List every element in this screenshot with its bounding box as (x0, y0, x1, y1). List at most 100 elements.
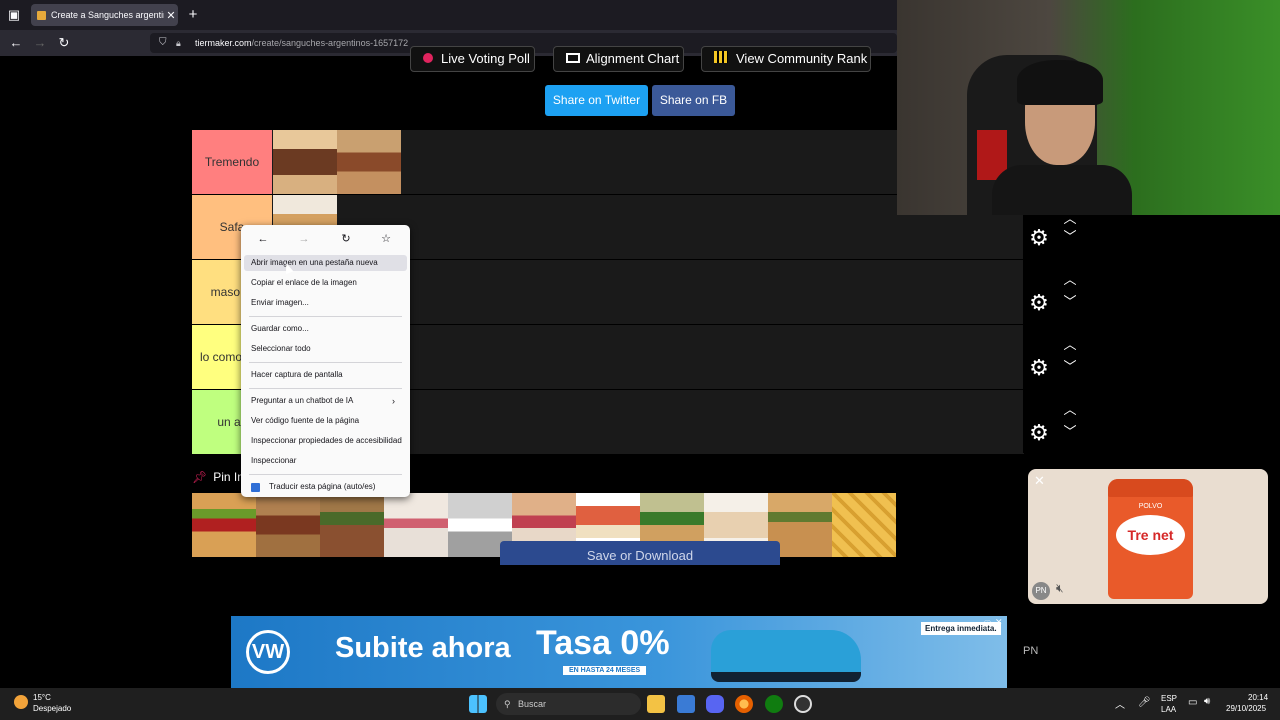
chevron-down-icon[interactable]: ﹀ (1061, 295, 1079, 309)
alignment-chart-button[interactable]: Alignment Chart (553, 46, 684, 72)
menu-item-save-as[interactable]: Guardar como... (244, 321, 407, 337)
menu-item-open-image-new-tab[interactable]: Abrir imagen en una pestaña nueva (244, 255, 407, 271)
browser-tab-bar: ▣ Create a Sanguches argentinos ✕ + (0, 0, 897, 30)
lock-icon[interactable]: 🔒︎ (176, 33, 181, 53)
browser-tab[interactable]: Create a Sanguches argentinos ✕ (31, 4, 178, 26)
mute-icon[interactable]: 🔇︎ (1056, 581, 1064, 596)
xbox-icon[interactable] (765, 695, 783, 713)
pin-images-label[interactable]: 📌︎ Pin Im (192, 470, 247, 484)
menu-separator (249, 474, 402, 475)
tiermaker-page: Live Voting Poll Alignment Chart View Co… (0, 46, 1024, 616)
grid-icon (566, 53, 580, 63)
menu-item-screenshot[interactable]: Hacer captura de pantalla (244, 367, 407, 383)
menu-item-send-image[interactable]: Enviar imagen... (244, 295, 407, 311)
chevron-up-icon[interactable]: ︿ (1061, 273, 1079, 287)
video-ad-popup[interactable]: ✕ POLVO Tre net PN 🔇︎ (1028, 469, 1268, 604)
share-twitter-button[interactable]: Share on Twitter (545, 85, 648, 116)
tier-label[interactable]: Tremendo (192, 130, 272, 194)
volume-icon[interactable]: 🔊︎ (1204, 696, 1210, 707)
submenu-chevron-icon: › (392, 396, 395, 406)
menu-item-view-source[interactable]: Ver código fuente de la página (244, 413, 407, 429)
community-rank-button[interactable]: View Community Rank (701, 46, 871, 72)
tray-item-image[interactable] (384, 493, 448, 557)
forward-arrow-icon[interactable]: → (30, 33, 50, 53)
url-path: /create/sanguches-argentinos-1657172 (251, 38, 409, 48)
menu-item-ask-ai-chatbot[interactable]: Preguntar a un chatbot de IA › (244, 393, 407, 409)
tier-controls: ⚙ ︿ ﹀ ⚙ ︿ ﹀ ⚙ ︿ ﹀ ⚙ ︿ ﹀ (1023, 212, 1087, 453)
tray-item-image[interactable] (832, 493, 896, 557)
bookmark-star-icon[interactable]: ☆ (376, 229, 396, 249)
taskbar-search[interactable]: ⚲ Buscar (496, 693, 641, 715)
menu-item-inspect[interactable]: Inspeccionar (244, 453, 407, 469)
tray-item-image[interactable] (256, 493, 320, 557)
weather-icon[interactable] (14, 695, 28, 709)
menu-item-copy-image-link[interactable]: Copiar el enlace de la imagen (244, 275, 407, 291)
search-icon: ⚲ (504, 699, 511, 709)
pn-label: PN (1023, 645, 1039, 657)
product-tag: POLVO (1138, 503, 1163, 510)
tier-control-row: ⚙ ︿ ﹀ (1023, 403, 1087, 467)
live-dot-icon (423, 53, 433, 63)
tier-control-row: ⚙ ︿ ﹀ (1023, 273, 1087, 337)
weather-desc[interactable]: Despejado (33, 704, 71, 713)
reload-icon[interactable]: ↻ (336, 229, 356, 249)
ad-pn-badge: PN (1032, 582, 1050, 600)
translate-icon (251, 483, 260, 492)
windows-taskbar: 15°C Despejado ⚲ Buscar ︿ ESP LAA 🎤︎ ▭ 🔊… (0, 688, 1280, 720)
gear-icon[interactable]: ⚙ (1027, 291, 1051, 315)
share-fb-button[interactable]: Share on FB (652, 85, 735, 116)
new-tab-button[interactable]: + (183, 5, 203, 25)
tab-list-icon[interactable]: ▣ (4, 5, 24, 25)
clock-date[interactable]: 29/10/2025 (1226, 704, 1266, 713)
tray-overflow-icon[interactable]: ︿ (1115, 696, 1125, 711)
start-windows-icon[interactable] (469, 695, 487, 713)
tab-close-icon[interactable]: ✕ (164, 9, 178, 22)
back-arrow-icon[interactable]: ← (253, 229, 273, 249)
gear-icon[interactable]: ⚙ (1027, 421, 1051, 445)
tier-control-row: ⚙ ︿ ﹀ (1023, 338, 1087, 402)
tracking-shield-icon[interactable]: ⛉ (159, 33, 167, 53)
menu-item-select-all[interactable]: Seleccionar todo (244, 341, 407, 357)
chevron-up-icon[interactable]: ︿ (1061, 338, 1079, 352)
chevron-down-icon[interactable]: ﹀ (1061, 425, 1079, 439)
live-voting-poll-button[interactable]: Live Voting Poll (410, 46, 535, 72)
obs-icon[interactable] (794, 695, 812, 713)
file-explorer-icon[interactable] (647, 695, 665, 713)
weather-temp[interactable]: 15°C (33, 693, 51, 702)
clock-time[interactable]: 20:14 (1248, 693, 1268, 702)
gear-icon[interactable]: ⚙ (1027, 226, 1051, 250)
menu-item-translate-page[interactable]: Traducir esta página (auto/es) (244, 479, 407, 495)
lang-top[interactable]: ESP (1161, 694, 1177, 703)
jar-lid (1108, 479, 1193, 497)
person-shirt (992, 165, 1132, 215)
screen: ▣ Create a Sanguches argentinos ✕ + ← → … (0, 0, 1280, 720)
chevron-up-icon[interactable]: ︿ (1061, 403, 1079, 417)
ad-info-icon[interactable]: ⓘ (983, 618, 992, 631)
pin-icon: 📌︎ (192, 470, 208, 484)
firefox-icon[interactable] (735, 695, 753, 713)
back-arrow-icon[interactable]: ← (6, 33, 26, 53)
tray-item-image[interactable] (192, 493, 256, 557)
banner-ad[interactable]: VW Subite ahora Tasa 0% EN HASTA 24 MESE… (231, 616, 1007, 688)
banner-car (711, 630, 861, 682)
network-icon[interactable]: ▭ (1188, 697, 1197, 708)
store-icon[interactable] (677, 695, 695, 713)
reload-icon[interactable]: ↻ (54, 33, 74, 53)
close-icon[interactable]: ✕ (1034, 473, 1045, 489)
ad-close-icon[interactable]: ✕ (995, 617, 1003, 628)
forward-arrow-icon[interactable]: → (294, 229, 314, 249)
menu-separator (249, 362, 402, 363)
lang-bottom[interactable]: LAA (1161, 705, 1176, 714)
discord-icon[interactable] (706, 695, 724, 713)
save-or-download-button[interactable]: Save or Download (500, 541, 780, 565)
rank-grid-icon (714, 51, 728, 63)
microphone-icon[interactable]: 🎤︎ (1138, 697, 1151, 708)
tier-item-image[interactable] (273, 130, 337, 194)
chevron-down-icon[interactable]: ﹀ (1061, 230, 1079, 244)
gear-icon[interactable]: ⚙ (1027, 356, 1051, 380)
menu-item-inspect-accessibility[interactable]: Inspeccionar propiedades de accesibilida… (244, 433, 407, 449)
tier-item-image[interactable] (337, 130, 401, 194)
vw-logo-icon: VW (246, 630, 290, 674)
chevron-down-icon[interactable]: ﹀ (1061, 360, 1079, 374)
tray-item-image[interactable] (320, 493, 384, 557)
